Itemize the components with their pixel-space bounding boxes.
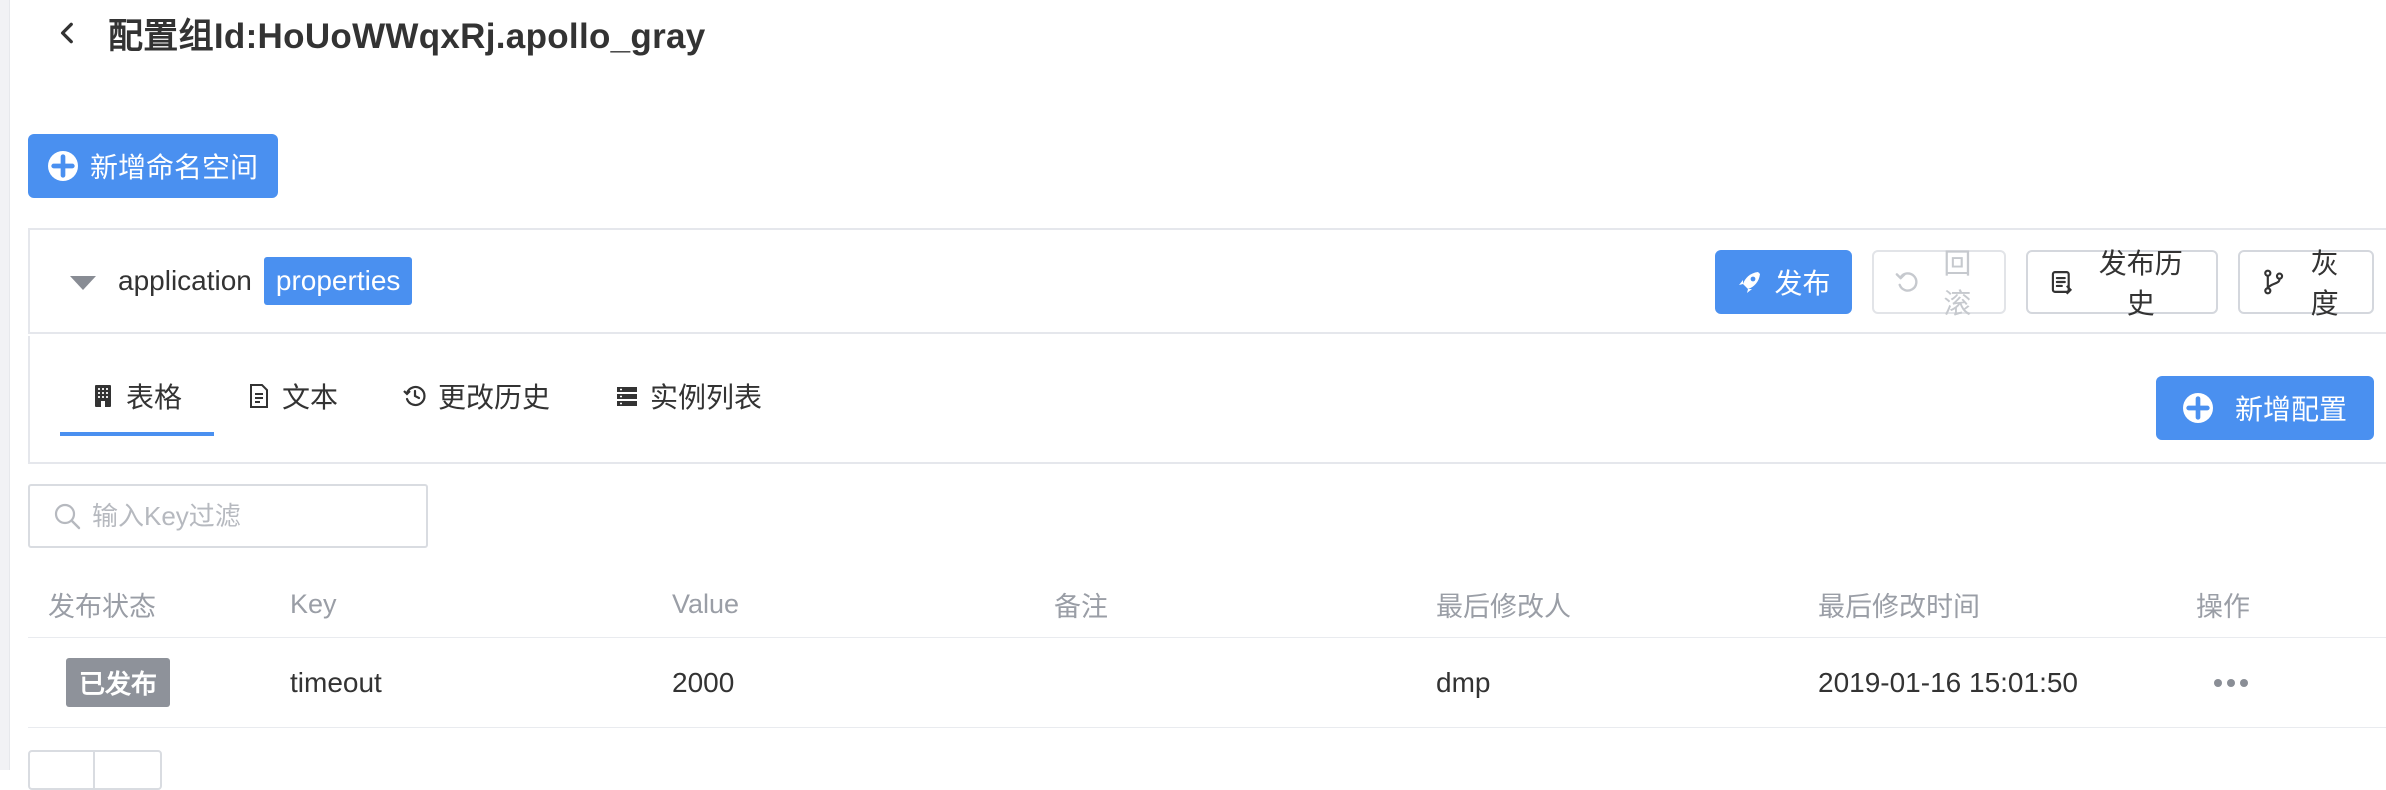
page-title: 配置组Id:HoUoWWqxRj.apollo_gray [108, 16, 706, 56]
plus-circle-icon [47, 151, 78, 181]
namespace-format-badge: properties [263, 257, 413, 305]
key-filter-input[interactable] [92, 500, 412, 532]
modified-time-cell: 2019-01-16 15:01:50 [1818, 666, 2078, 698]
tab-text[interactable]: 文本 [214, 364, 370, 428]
add-namespace-button[interactable]: 新增命名空间 [28, 134, 278, 198]
key-filter [28, 484, 428, 548]
left-sidebar-edge [0, 0, 10, 770]
undo-icon [1895, 272, 1918, 292]
publish-button[interactable]: 发布 [1715, 250, 1852, 314]
view-tabs: 表格 文本 更改历史 实例列表 [60, 364, 794, 436]
tab-instance-list[interactable]: 实例列表 [582, 364, 794, 428]
column-header-modifier: 最后修改人 [1436, 592, 1571, 622]
server-list-icon [617, 387, 638, 406]
publish-label: 发布 [1774, 268, 1831, 299]
view-tabs-panel: 表格 文本 更改历史 实例列表 新增配置 [28, 336, 2386, 464]
column-header-note: 备注 [1054, 592, 1108, 622]
namespace-panel: application properties 发布 回滚 发布历史 灰度 [28, 228, 2386, 334]
tab-change-history[interactable]: 更改历史 [370, 364, 582, 428]
column-header-status: 发布状态 [48, 592, 156, 622]
status-badge: 已发布 [66, 658, 171, 707]
column-header-key: Key [290, 589, 337, 619]
gray-release-label: 灰度 [2310, 248, 2339, 319]
publish-history-button[interactable]: 发布历史 [2026, 248, 2218, 319]
rollback-label: 回滚 [1943, 248, 1972, 319]
publish-history-label: 发布历史 [2098, 248, 2183, 319]
tab-instance-list-label: 实例列表 [650, 382, 763, 413]
prev-page-button[interactable] [30, 752, 95, 788]
status-cell: 已发布 [48, 638, 171, 727]
namespace-name: application [118, 265, 252, 296]
branch-icon [2264, 269, 2284, 295]
namespace-actions: 发布 回滚 发布历史 灰度 [1715, 248, 2374, 319]
clipboard-list-icon [2051, 271, 2073, 295]
table-grid-icon [95, 385, 111, 407]
add-config-button[interactable]: 新增配置 [2156, 376, 2374, 440]
actions-cell [2196, 638, 2248, 727]
gray-release-button[interactable]: 灰度 [2238, 248, 2374, 319]
pagination [28, 750, 162, 790]
back-button[interactable] [28, 0, 108, 66]
config-table: 发布状态 Key Value 备注 最后修改人 最后修改时间 操作 已发布 ti… [28, 572, 2386, 728]
add-namespace-label: 新增命名空间 [89, 152, 258, 183]
history-icon [403, 385, 426, 407]
add-config-label: 新增配置 [2234, 394, 2347, 425]
tab-table-label: 表格 [126, 382, 183, 413]
tab-table[interactable]: 表格 [60, 364, 215, 436]
table-row: 已发布 timeout 2000 dmp 2019-01-16 15:01:50 [28, 638, 2386, 728]
rollback-button[interactable]: 回滚 [1872, 248, 2006, 319]
column-header-value: Value [672, 589, 740, 619]
tab-change-history-label: 更改历史 [438, 382, 551, 413]
namespace-header: application properties [70, 230, 413, 332]
next-page-button[interactable] [95, 752, 160, 788]
column-header-actions: 操作 [2196, 592, 2250, 622]
search-icon [54, 503, 81, 530]
collapse-caret-icon[interactable] [70, 276, 96, 290]
rocket-icon [1739, 272, 1761, 293]
document-icon [250, 384, 269, 408]
value-cell: 2000 [672, 666, 735, 698]
more-actions-icon[interactable] [2214, 678, 2248, 687]
plus-circle-icon [2182, 393, 2213, 423]
column-header-modified-time: 最后修改时间 [1818, 592, 1980, 622]
chevron-left-icon [60, 22, 73, 44]
key-cell: timeout [290, 666, 382, 698]
tab-text-label: 文本 [282, 382, 339, 413]
modifier-cell: dmp [1436, 666, 1491, 698]
table-header-row: 发布状态 Key Value 备注 最后修改人 最后修改时间 操作 [28, 572, 2386, 638]
page-header: 配置组Id:HoUoWWqxRj.apollo_gray [28, 0, 1228, 66]
